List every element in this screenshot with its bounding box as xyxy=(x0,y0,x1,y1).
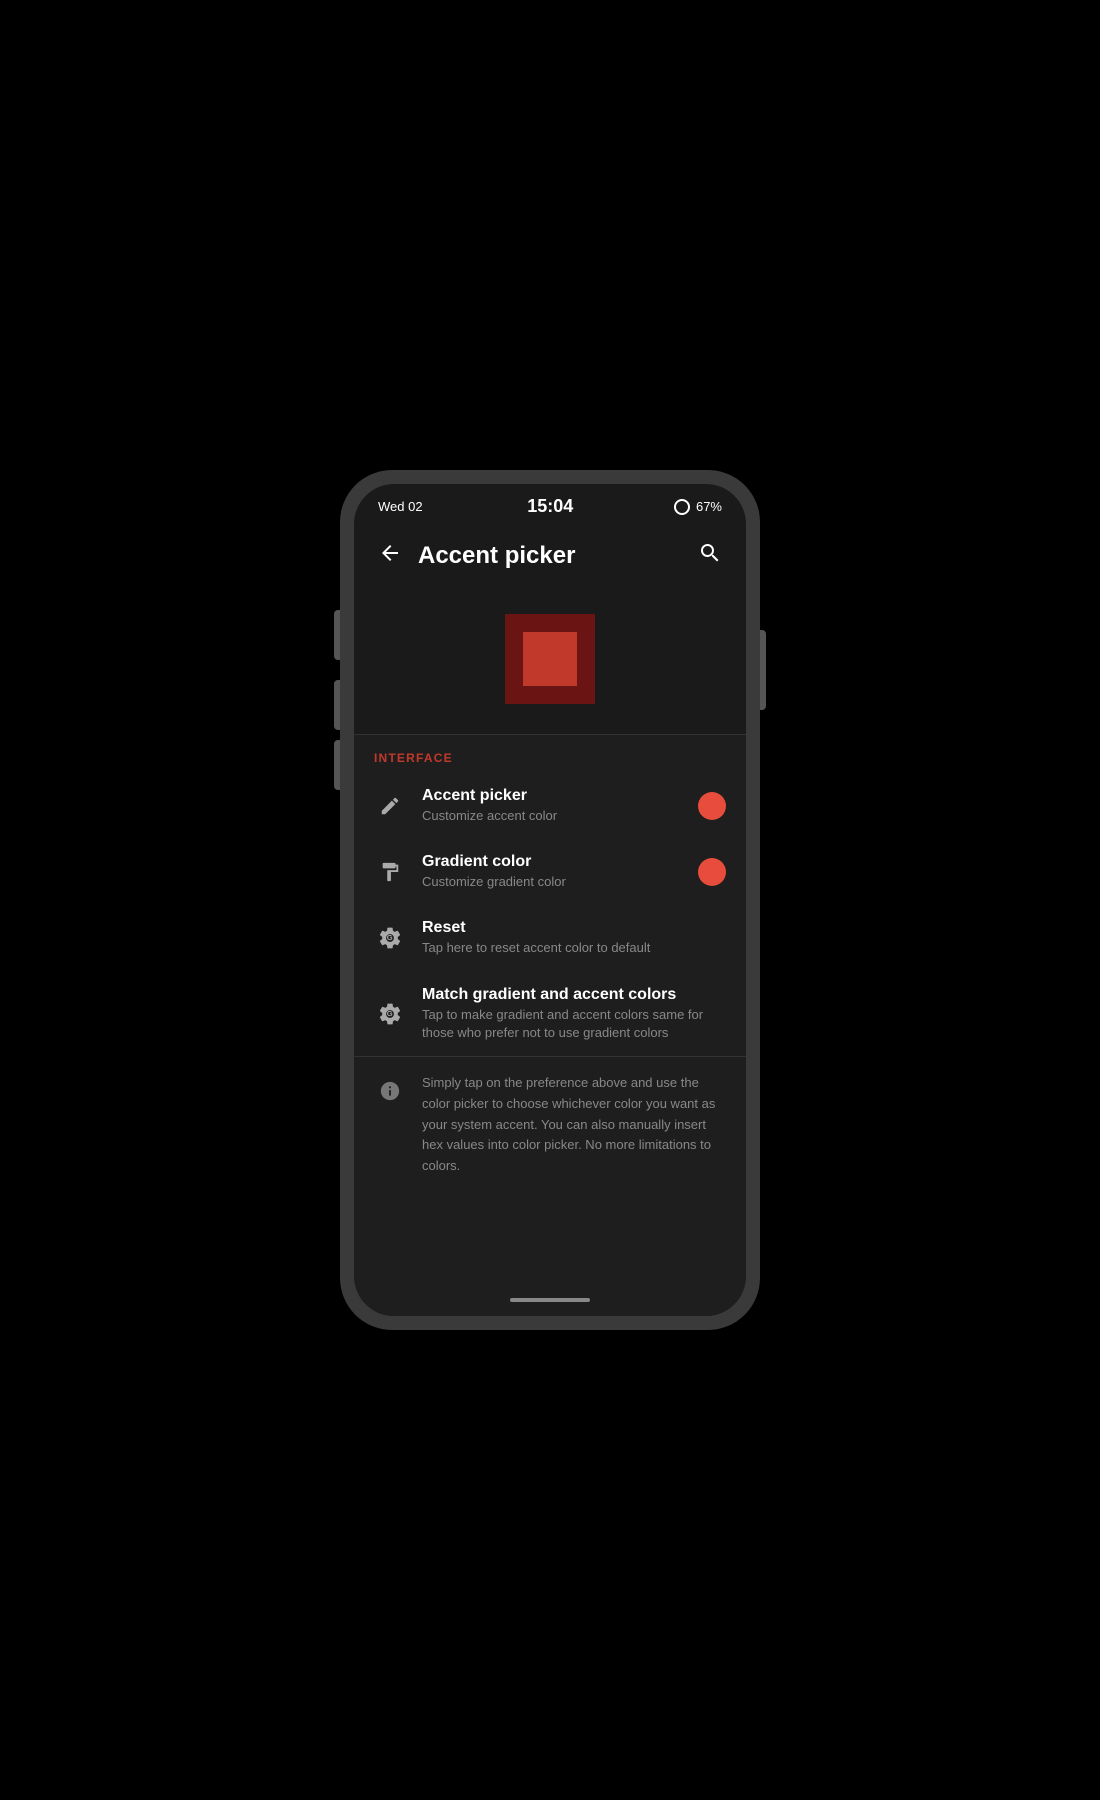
settings-list: INTERFACE Accent picker Customize accent… xyxy=(354,735,746,1288)
match-gear-icon: G xyxy=(374,998,406,1030)
accent-picker-subtitle: Customize accent color xyxy=(422,807,682,825)
match-gradient-title: Match gradient and accent colors xyxy=(422,986,726,1004)
accent-picker-content: Accent picker Customize accent color xyxy=(422,787,682,825)
gradient-color-content: Gradient color Customize gradient color xyxy=(422,853,682,891)
svg-text:G: G xyxy=(387,934,393,943)
page-title: Accent picker xyxy=(418,542,690,570)
settings-item-reset[interactable]: G Reset Tap here to reset accent color t… xyxy=(354,905,746,971)
back-button[interactable] xyxy=(370,533,410,578)
top-bar: Accent picker xyxy=(354,525,746,594)
phone-shell: Wed 02 15:04 67% Accent picker xyxy=(340,470,760,1330)
color-preview-area xyxy=(354,594,746,734)
match-gradient-subtitle: Tap to make gradient and accent colors s… xyxy=(422,1006,726,1042)
settings-item-gradient-color[interactable]: Gradient color Customize gradient color xyxy=(354,839,746,905)
accent-picker-toggle[interactable] xyxy=(698,792,726,820)
status-right: 67% xyxy=(674,499,722,515)
svg-text:G: G xyxy=(387,1009,393,1018)
info-icon xyxy=(374,1075,406,1107)
color-swatch-inner xyxy=(523,632,577,686)
info-text: Simply tap on the preference above and u… xyxy=(422,1073,726,1177)
color-swatch-outer xyxy=(505,614,595,704)
home-indicator xyxy=(354,1288,746,1316)
reset-content: Reset Tap here to reset accent color to … xyxy=(422,919,726,957)
reset-subtitle: Tap here to reset accent color to defaul… xyxy=(422,939,726,957)
battery-icon xyxy=(674,499,690,515)
reset-gear-icon: G xyxy=(374,922,406,954)
gradient-color-toggle[interactable] xyxy=(698,858,726,886)
status-time: 15:04 xyxy=(527,496,573,517)
section-label: INTERFACE xyxy=(354,735,746,773)
paint-roller-icon xyxy=(374,856,406,888)
search-button[interactable] xyxy=(690,533,730,578)
settings-item-match-gradient[interactable]: G Match gradient and accent colors Tap t… xyxy=(354,972,746,1056)
match-gradient-content: Match gradient and accent colors Tap to … xyxy=(422,986,726,1042)
gradient-color-title: Gradient color xyxy=(422,853,682,871)
status-bar: Wed 02 15:04 67% xyxy=(354,484,746,525)
gradient-color-subtitle: Customize gradient color xyxy=(422,873,682,891)
status-date-time: Wed 02 xyxy=(378,499,423,514)
home-bar xyxy=(510,1298,590,1302)
battery-percent: 67% xyxy=(696,499,722,514)
settings-item-accent-picker[interactable]: Accent picker Customize accent color xyxy=(354,773,746,839)
phone-screen: Wed 02 15:04 67% Accent picker xyxy=(354,484,746,1316)
reset-title: Reset xyxy=(422,919,726,937)
info-section: Simply tap on the preference above and u… xyxy=(354,1056,746,1193)
pencil-icon xyxy=(374,790,406,822)
accent-picker-title: Accent picker xyxy=(422,787,682,805)
